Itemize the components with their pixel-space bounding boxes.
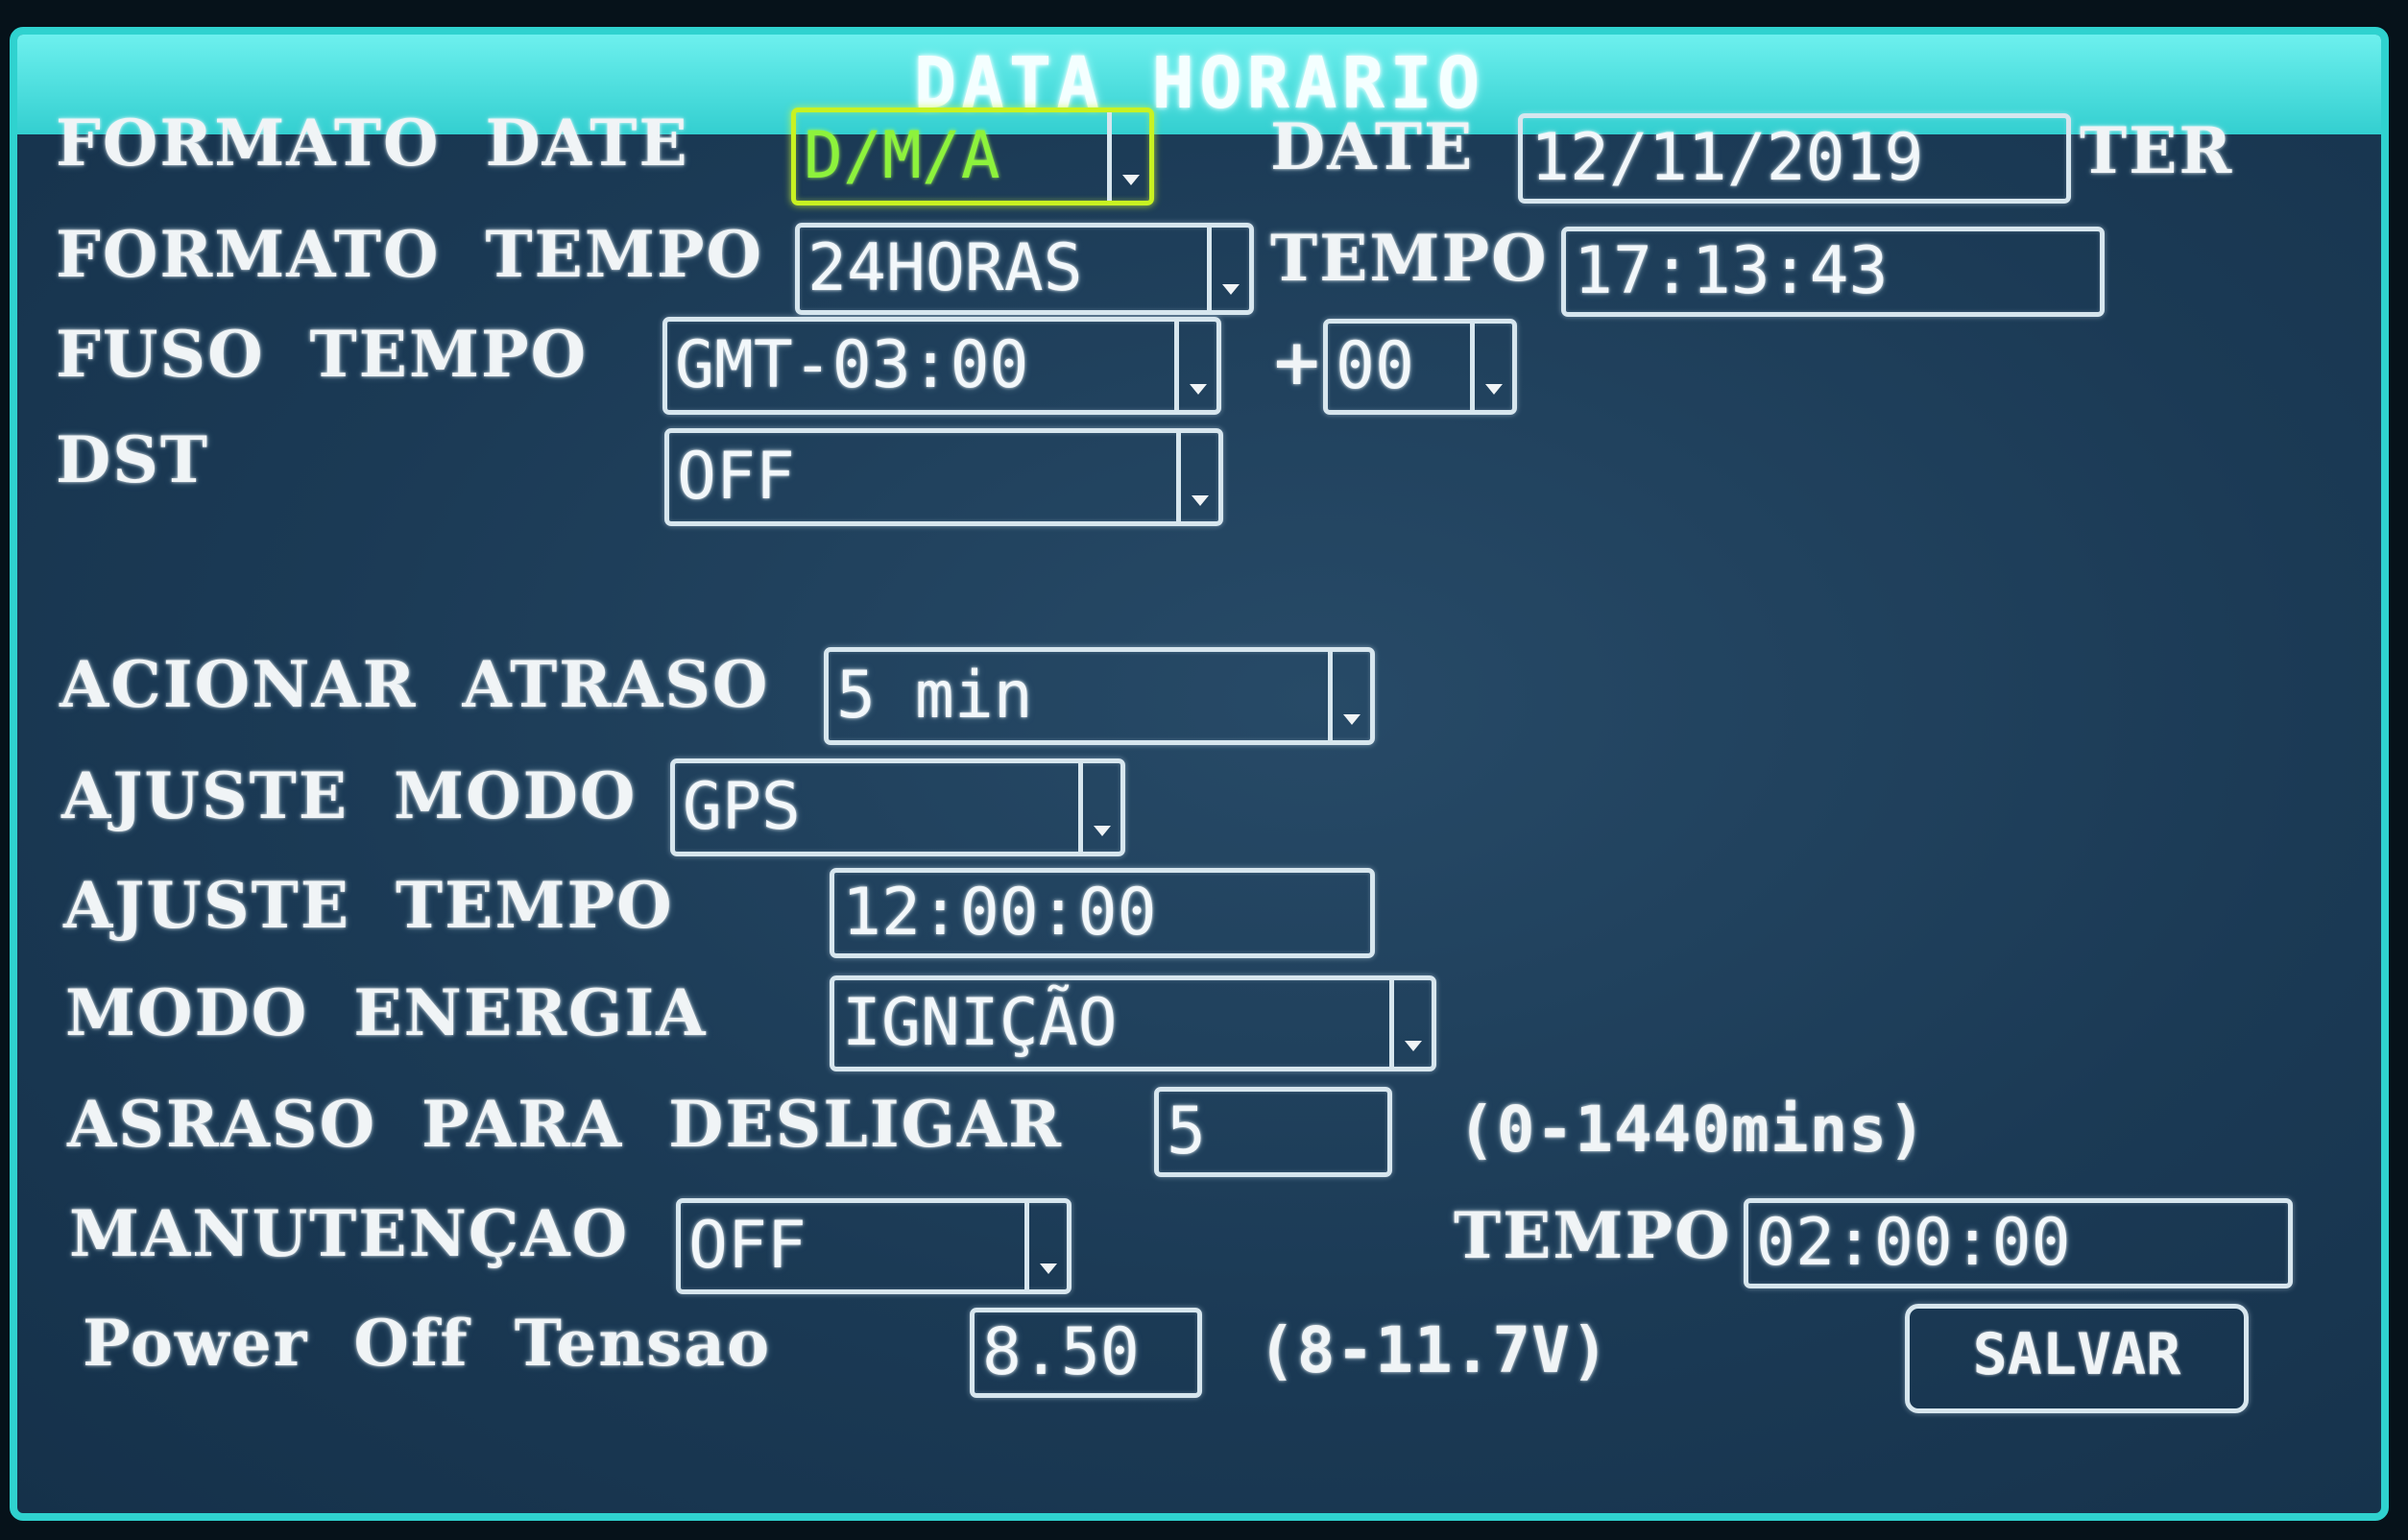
chevron-down-icon[interactable] <box>1174 322 1216 410</box>
chevron-down-icon[interactable] <box>1078 763 1120 852</box>
asraso-range-hint: (0-1440mins) <box>1457 1093 1927 1167</box>
dst-select[interactable]: OFF <box>664 428 1223 526</box>
formato-tempo-select[interactable]: 24HORAS <box>795 223 1254 315</box>
manutencao-value: OFF <box>688 1208 807 1284</box>
weekday-label: TER <box>2080 113 2234 188</box>
formato-date-label: FORMATO DATE <box>56 106 689 180</box>
formato-tempo-value: 24HORAS <box>807 230 1083 306</box>
salvar-button[interactable]: SALVAR <box>1905 1304 2249 1413</box>
tempo-label: TEMPO <box>1270 221 1549 296</box>
manutencao-select[interactable]: OFF <box>676 1198 1072 1294</box>
chevron-down-icon[interactable] <box>1207 228 1249 310</box>
tempo-input[interactable]: 17:13:43 <box>1561 227 2105 317</box>
chevron-down-icon[interactable] <box>1176 433 1218 521</box>
ajuste-tempo-value: 12:00:00 <box>842 875 1157 950</box>
manut-tempo-input[interactable]: 02:00:00 <box>1744 1198 2293 1288</box>
modo-energia-select[interactable]: IGNIÇÃO <box>830 975 1436 1071</box>
fuso-tempo-value: GMT-03:00 <box>675 327 1029 403</box>
ajuste-modo-select[interactable]: GPS <box>670 758 1125 856</box>
salvar-button-label: SALVAR <box>1972 1321 2181 1388</box>
manut-tempo-label: TEMPO <box>1454 1198 1732 1273</box>
tempo-value: 17:13:43 <box>1574 233 1889 309</box>
chevron-down-icon[interactable] <box>1107 112 1149 201</box>
asraso-desligar-input[interactable]: 5 <box>1154 1087 1392 1177</box>
ajuste-modo-label: AJUSTE MODO <box>61 758 638 833</box>
asraso-desligar-label: ASRASO PARA DESLIGAR <box>67 1087 1064 1162</box>
power-off-range-hint: (8-11.7V) <box>1258 1313 1610 1387</box>
modo-energia-value: IGNIÇÃO <box>842 985 1118 1061</box>
formato-date-select[interactable]: D/M/A <box>791 108 1154 205</box>
acionar-atraso-label: ACIONAR ATRASO <box>60 647 770 722</box>
power-off-input[interactable]: 8.50 <box>970 1308 1202 1398</box>
date-value: 12/11/2019 <box>1530 120 1924 196</box>
chevron-down-icon[interactable] <box>1024 1203 1067 1289</box>
date-time-settings-window: DATA HORARIO FORMATO DATE D/M/A DATE 12/… <box>10 27 2389 1521</box>
fuso-offset-select[interactable]: 00 <box>1323 319 1517 415</box>
ajuste-modo-value: GPS <box>683 769 801 845</box>
power-off-label: Power Off Tensao <box>83 1306 772 1381</box>
fuso-tempo-select[interactable]: GMT-03:00 <box>662 317 1221 415</box>
ajuste-tempo-input[interactable]: 12:00:00 <box>830 868 1375 958</box>
formato-tempo-label: FORMATO TEMPO <box>56 217 764 292</box>
date-label: DATE <box>1270 109 1475 184</box>
formato-date-value: D/M/A <box>804 118 1000 194</box>
ajuste-tempo-label: AJUSTE TEMPO <box>63 868 674 943</box>
offset-prefix: + <box>1270 325 1326 399</box>
manutencao-label: MANUTENÇAO <box>69 1196 630 1271</box>
fuso-offset-value: 00 <box>1336 328 1414 404</box>
chevron-down-icon[interactable] <box>1389 980 1432 1067</box>
dst-value: OFF <box>677 439 795 515</box>
acionar-atraso-value: 5 min <box>836 658 1033 734</box>
modo-energia-label: MODO ENERGIA <box>65 975 708 1050</box>
chevron-down-icon[interactable] <box>1328 652 1370 740</box>
asraso-desligar-value: 5 <box>1167 1094 1206 1169</box>
manut-tempo-value: 02:00:00 <box>1756 1205 2071 1281</box>
dst-label: DST <box>56 422 210 497</box>
power-off-value: 8.50 <box>982 1314 1140 1390</box>
fuso-tempo-label: FUSO TEMPO <box>56 317 589 392</box>
date-input[interactable]: 12/11/2019 <box>1518 113 2071 204</box>
chevron-down-icon[interactable] <box>1470 324 1512 410</box>
acionar-atraso-select[interactable]: 5 min <box>824 647 1375 745</box>
